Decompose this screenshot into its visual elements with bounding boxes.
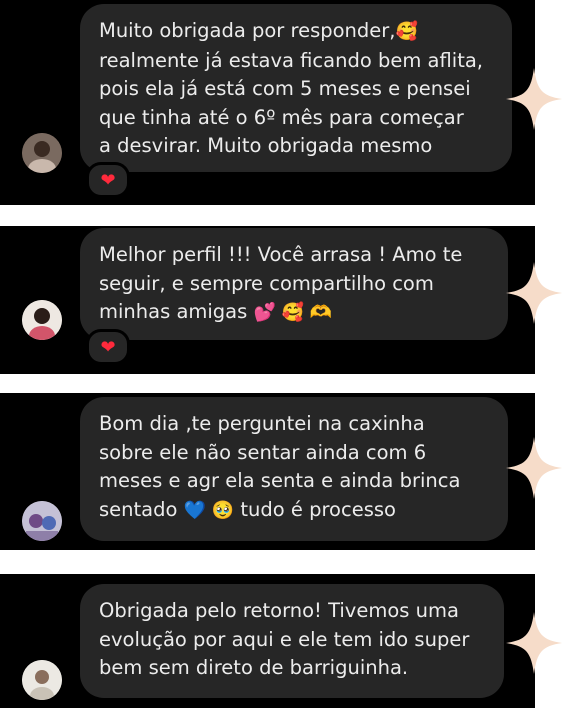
sparkle-icon (506, 68, 562, 130)
sparkle-icon (506, 612, 562, 674)
message-panel-2: Melhor perfil !!! Você arrasa ! Amo te s… (0, 226, 535, 374)
message-text: Muito obrigada por responder, (99, 19, 396, 42)
message-text: pois ela já está com 5 meses e pensei (99, 77, 471, 100)
message-text: evolução por aqui e ele tem ido super (99, 627, 470, 651)
message-panel-3: Bom dia ,te perguntei na caxinha sobre e… (0, 393, 535, 550)
avatar[interactable] (22, 300, 62, 340)
message-bubble[interactable]: Bom dia ,te perguntei na caxinha sobre e… (80, 397, 508, 541)
heart-reaction[interactable]: ❤ (86, 162, 130, 198)
blue-heart-emoji: 💙 🥹 (183, 499, 235, 521)
message-bubble[interactable]: Muito obrigada por responder,🥰 realmente… (80, 4, 512, 172)
sparkle-icon (506, 262, 562, 324)
avatar-image (22, 300, 62, 340)
message-text: Melhor perfil !!! Você arrasa ! Amo te (99, 243, 463, 266)
message-text: tudo é processo (240, 497, 396, 521)
message-text: seguir, e sempre compartilho com (99, 271, 434, 295)
avatar-image (22, 501, 62, 541)
message-text: Obrigada pelo retorno! Tivemos uma (99, 599, 459, 622)
heart-icon: ❤ (100, 169, 116, 191)
message-panel-1: Muito obrigada por responder,🥰 realmente… (0, 0, 535, 205)
message-text: que tinha até o 6º mês para começar (99, 105, 464, 129)
message-text: Bom dia ,te perguntei na caxinha (99, 412, 425, 435)
avatar-image (22, 660, 62, 700)
message-text: meses e agr ela senta e ainda brinca (99, 469, 461, 492)
avatar[interactable] (22, 660, 62, 700)
message-bubble[interactable]: Obrigada pelo retorno! Tivemos uma evolu… (80, 584, 504, 698)
avatar[interactable] (22, 133, 62, 173)
avatar[interactable] (22, 501, 62, 541)
message-text: sobre ele não sentar ainda com 6 (99, 440, 427, 464)
message-text: bem sem direto de barriguinha. (99, 656, 409, 679)
heart-reaction[interactable]: ❤ (86, 329, 130, 365)
sparkle-icon (506, 437, 562, 499)
smiling-hearts-emoji: 🥰 (395, 21, 418, 42)
message-bubble[interactable]: Melhor perfil !!! Você arrasa ! Amo te s… (80, 228, 508, 340)
message-text: minhas amigas (99, 300, 248, 323)
heart-icon: ❤ (100, 336, 116, 358)
message-text: a desvirar. Muito obrigada mesmo (99, 134, 433, 157)
hearts-emoji: 💕 🥰 🫶 (253, 302, 333, 323)
message-text: sentado (99, 497, 178, 521)
avatar-image (22, 133, 62, 173)
message-text: realmente já estava ficando bem aflita, (99, 48, 483, 72)
message-panel-4: Obrigada pelo retorno! Tivemos uma evolu… (0, 574, 535, 708)
